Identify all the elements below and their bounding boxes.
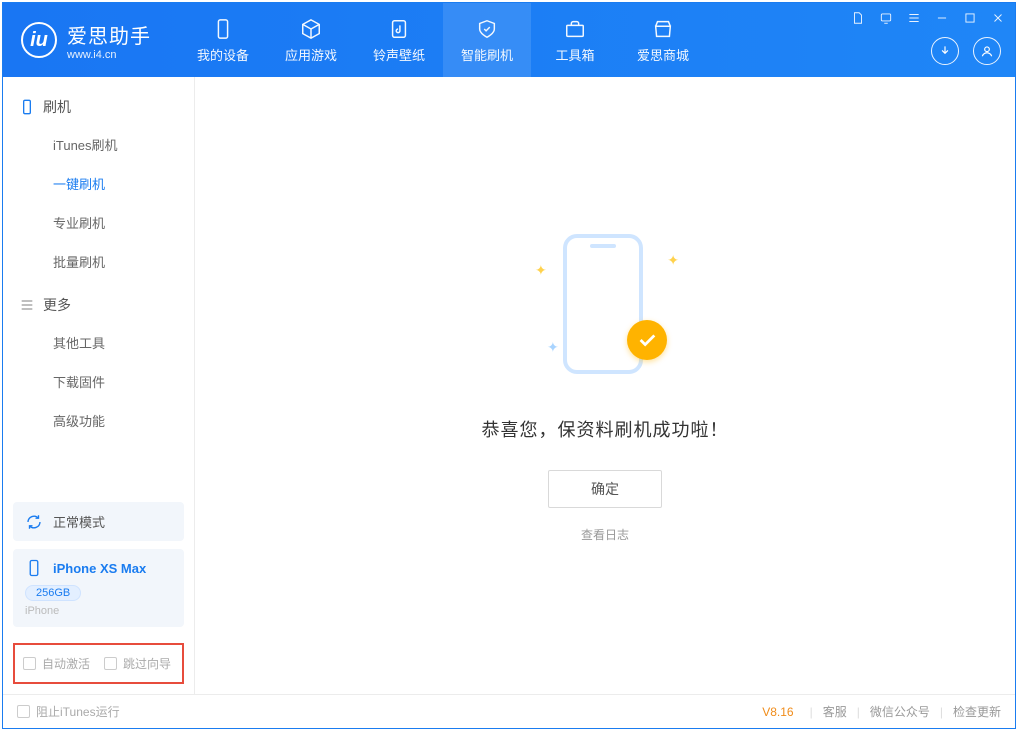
- tab-label: 铃声壁纸: [373, 45, 425, 64]
- maximize-icon[interactable]: [961, 9, 979, 27]
- success-illustration: ✦ ✦ ✦: [525, 228, 685, 388]
- sidebar-group-more: 更多: [3, 281, 194, 323]
- sidebar-item-oneclick-flash[interactable]: 一键刷机: [3, 164, 194, 203]
- view-log-link[interactable]: 查看日志: [581, 526, 629, 543]
- phone-icon: [25, 559, 43, 577]
- flash-options-row: 自动激活 跳过向导: [13, 643, 184, 684]
- main-content: ✦ ✦ ✦ 恭喜您，保资料刷机成功啦！ 确定 查看日志: [195, 77, 1015, 694]
- checkbox-icon: [104, 657, 117, 670]
- tab-toolbox[interactable]: 工具箱: [531, 3, 619, 77]
- checkbox-label: 跳过向导: [123, 655, 171, 672]
- tab-apps[interactable]: 应用游戏: [267, 3, 355, 77]
- check-update-link[interactable]: 检查更新: [953, 703, 1001, 720]
- music-file-icon: [387, 17, 411, 41]
- main-tabs: 我的设备 应用游戏 铃声壁纸 智能刷机 工具箱 爱思商城: [179, 3, 707, 77]
- footer-right: V8.16 | 客服 | 微信公众号 | 检查更新: [762, 703, 1001, 720]
- phone-icon: [19, 99, 35, 115]
- refresh-shield-icon: [475, 17, 499, 41]
- logo-icon: iu: [21, 22, 57, 58]
- toolbox-icon: [563, 17, 587, 41]
- tab-label: 智能刷机: [461, 45, 513, 64]
- checkbox-auto-activate[interactable]: 自动激活: [23, 655, 90, 672]
- wechat-link[interactable]: 微信公众号: [870, 703, 930, 720]
- device-info-card[interactable]: iPhone XS Max 256GB iPhone: [13, 549, 184, 627]
- sidebar-item-itunes-flash[interactable]: iTunes刷机: [3, 125, 194, 164]
- sidebar-item-firmware[interactable]: 下载固件: [3, 362, 194, 401]
- app-subtitle: www.i4.cn: [67, 49, 151, 61]
- check-badge-icon: [627, 320, 667, 360]
- tab-store[interactable]: 爱思商城: [619, 3, 707, 77]
- sidebar-item-other-tools[interactable]: 其他工具: [3, 323, 194, 362]
- sidebar-group-flash: 刷机: [3, 83, 194, 125]
- phone-icon: [211, 17, 235, 41]
- feedback-icon[interactable]: [877, 9, 895, 27]
- tab-my-device[interactable]: 我的设备: [179, 3, 267, 77]
- sidebar-item-batch-flash[interactable]: 批量刷机: [3, 242, 194, 281]
- tab-label: 我的设备: [197, 45, 249, 64]
- support-link[interactable]: 客服: [823, 703, 847, 720]
- device-type: iPhone: [25, 605, 172, 617]
- sparkle-icon: ✦: [535, 262, 547, 279]
- device-capacity: 256GB: [25, 585, 81, 601]
- separator: |: [810, 705, 813, 719]
- separator: |: [857, 705, 860, 719]
- tab-smart-flash[interactable]: 智能刷机: [443, 3, 531, 77]
- sparkle-icon: ✦: [667, 252, 679, 269]
- app-window: iu 爱思助手 www.i4.cn 我的设备 应用游戏 铃声壁纸 智能刷机: [2, 2, 1016, 729]
- ok-button[interactable]: 确定: [548, 470, 662, 508]
- checkbox-block-itunes[interactable]: 阻止iTunes运行: [17, 703, 120, 720]
- tab-ringtones[interactable]: 铃声壁纸: [355, 3, 443, 77]
- sparkle-icon: ✦: [547, 339, 559, 356]
- close-icon[interactable]: [989, 9, 1007, 27]
- sidebar: 刷机 iTunes刷机 一键刷机 专业刷机 批量刷机 更多 其他工具 下载固件 …: [3, 77, 195, 694]
- checkbox-label: 自动激活: [42, 655, 90, 672]
- logo: iu 爱思助手 www.i4.cn: [3, 3, 169, 77]
- tab-label: 爱思商城: [637, 45, 689, 64]
- sidebar-item-advanced[interactable]: 高级功能: [3, 401, 194, 440]
- device-name: iPhone XS Max: [53, 561, 146, 576]
- device-mode-card[interactable]: 正常模式: [13, 502, 184, 541]
- checkbox-skip-guide[interactable]: 跳过向导: [104, 655, 171, 672]
- shop-icon: [651, 17, 675, 41]
- device-mode: 正常模式: [53, 512, 105, 531]
- version-label: V8.16: [762, 705, 793, 719]
- download-icon[interactable]: [931, 37, 959, 65]
- theme-icon[interactable]: [849, 9, 867, 27]
- menu-icon[interactable]: [905, 9, 923, 27]
- tab-label: 应用游戏: [285, 45, 337, 64]
- user-icon[interactable]: [973, 37, 1001, 65]
- checkbox-icon: [23, 657, 36, 670]
- window-controls: [849, 9, 1007, 27]
- device-panel: 正常模式 iPhone XS Max 256GB iPhone: [13, 502, 184, 635]
- checkbox-label: 阻止iTunes运行: [36, 703, 120, 720]
- sync-icon: [25, 513, 43, 531]
- cube-icon: [299, 17, 323, 41]
- success-message: 恭喜您，保资料刷机成功啦！: [482, 416, 729, 442]
- separator: |: [940, 705, 943, 719]
- logo-text: 爱思助手 www.i4.cn: [67, 20, 151, 61]
- checkbox-icon: [17, 705, 30, 718]
- minimize-icon[interactable]: [933, 9, 951, 27]
- footer: 阻止iTunes运行 V8.16 | 客服 | 微信公众号 | 检查更新: [3, 694, 1015, 728]
- group-title: 更多: [43, 295, 71, 315]
- header-actions: [931, 37, 1001, 65]
- group-title: 刷机: [43, 97, 71, 117]
- tab-label: 工具箱: [555, 45, 594, 64]
- app-title: 爱思助手: [67, 20, 151, 49]
- sidebar-item-pro-flash[interactable]: 专业刷机: [3, 203, 194, 242]
- body: 刷机 iTunes刷机 一键刷机 专业刷机 批量刷机 更多 其他工具 下载固件 …: [3, 77, 1015, 694]
- list-icon: [19, 297, 35, 313]
- header: iu 爱思助手 www.i4.cn 我的设备 应用游戏 铃声壁纸 智能刷机: [3, 3, 1015, 77]
